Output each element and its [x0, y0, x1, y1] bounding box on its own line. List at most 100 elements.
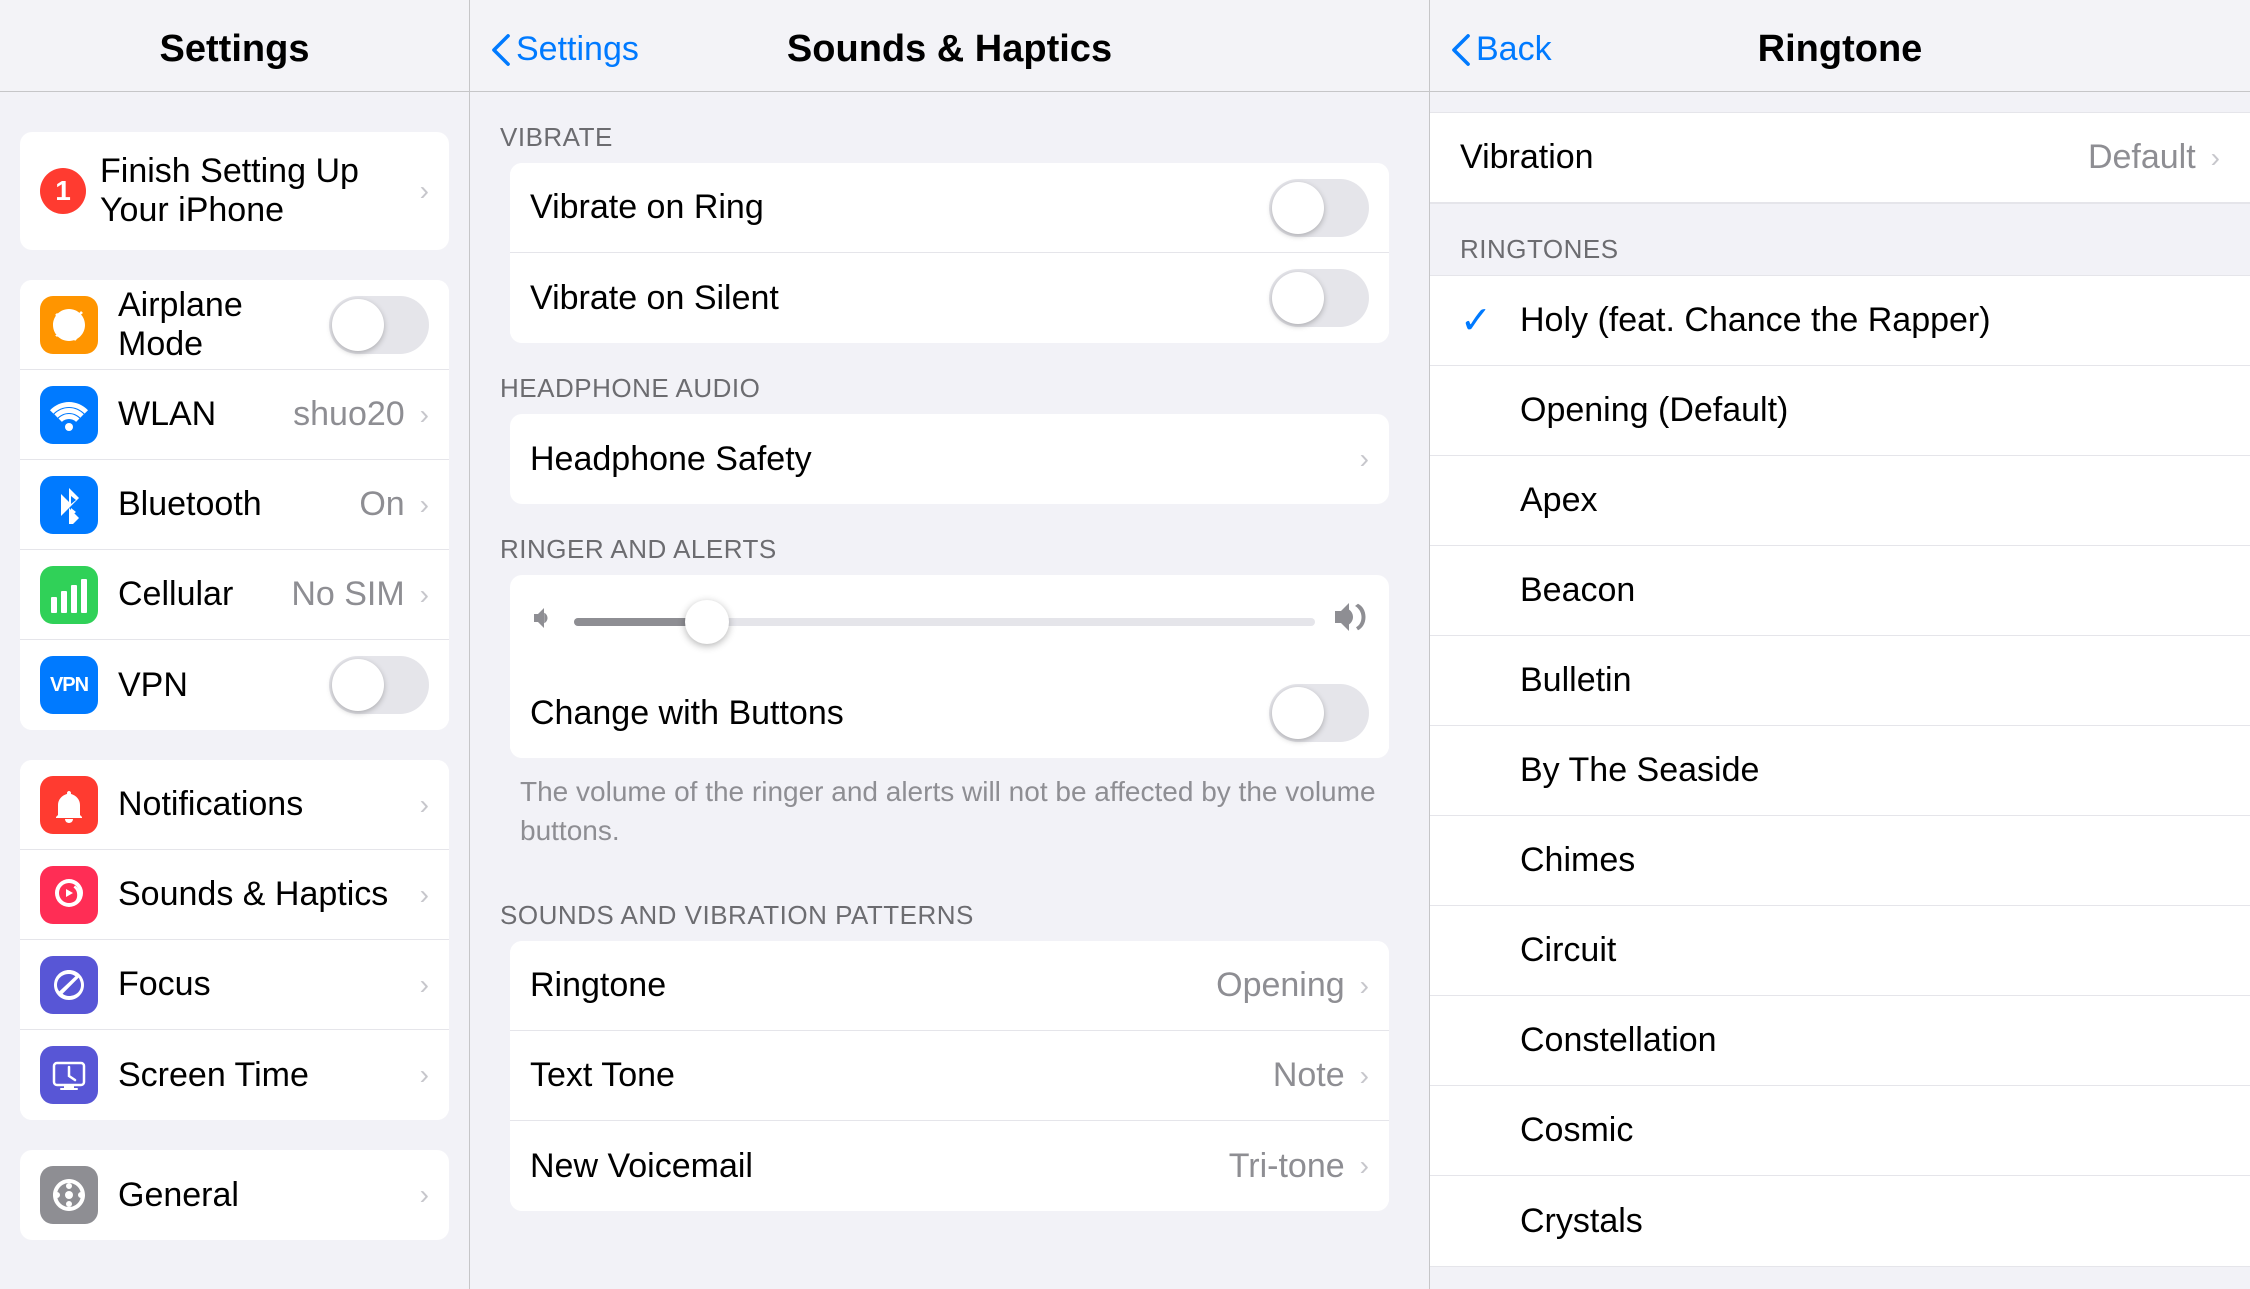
- notifications-chevron: ›: [420, 789, 429, 821]
- sounds-back-button[interactable]: Settings: [490, 30, 639, 69]
- ringtone-item[interactable]: Ringtone Opening ›: [510, 941, 1389, 1031]
- new-voicemail-value: Tri-tone: [1229, 1147, 1345, 1186]
- general-group: General ›: [20, 1150, 449, 1240]
- cellular-item[interactable]: Cellular No SIM ›: [20, 550, 449, 640]
- notifications-item[interactable]: Notifications ›: [20, 760, 449, 850]
- ringtone-apex[interactable]: Apex: [1430, 456, 2250, 546]
- cellular-label: Cellular: [118, 575, 291, 614]
- circuit-label: Circuit: [1520, 931, 1616, 970]
- wlan-value: shuo20: [293, 395, 405, 434]
- cellular-icon: [40, 566, 98, 624]
- sounds-haptics-panel: Settings Sounds & Haptics VIBRATE Vibrat…: [470, 0, 1430, 1289]
- headphone-group: Headphone Safety ›: [510, 414, 1389, 504]
- headphone-header: HEADPHONE AUDIO: [490, 373, 1409, 414]
- settings-scroll[interactable]: 1 Finish Setting Up Your iPhone › Airpla…: [0, 92, 469, 1289]
- ringtone-cosmic[interactable]: Cosmic: [1430, 1086, 2250, 1176]
- middle-nav-bar: Settings Sounds & Haptics: [470, 0, 1429, 92]
- vpn-toggle-knob: [332, 659, 384, 711]
- new-voicemail-label: New Voicemail: [530, 1147, 1229, 1186]
- new-voicemail-chevron: ›: [1360, 1150, 1369, 1182]
- setup-badge: 1: [40, 168, 86, 214]
- ringer-note: The volume of the ringer and alerts will…: [490, 772, 1409, 870]
- network-group: Airplane Mode WLAN: [20, 280, 449, 730]
- vpn-label: VPN: [118, 666, 329, 705]
- beacon-label: Beacon: [1520, 571, 1635, 610]
- vibrate-silent-item[interactable]: Vibrate on Silent: [510, 253, 1389, 343]
- vibration-row[interactable]: Vibration Default ›: [1430, 113, 2250, 203]
- headphone-safety-item[interactable]: Headphone Safety ›: [510, 414, 1389, 504]
- airplane-mode-toggle[interactable]: [329, 296, 429, 354]
- bluetooth-label: Bluetooth: [118, 485, 359, 524]
- focus-chevron: ›: [420, 969, 429, 1001]
- bluetooth-chevron: ›: [420, 489, 429, 521]
- ringtone-crystals[interactable]: Crystals: [1430, 1176, 2250, 1266]
- main-settings-section: Notifications › Sounds & Haptics ›: [0, 760, 469, 1120]
- vibration-chevron: ›: [2211, 142, 2220, 174]
- ringtone-holy[interactable]: ✓ Holy (feat. Chance the Rapper): [1430, 276, 2250, 366]
- wlan-item[interactable]: WLAN shuo20 ›: [20, 370, 449, 460]
- ringtone-bulletin[interactable]: Bulletin: [1430, 636, 2250, 726]
- vibrate-section: VIBRATE Vibrate on Ring Vibrate on Silen…: [490, 122, 1409, 343]
- main-settings-group: Notifications › Sounds & Haptics ›: [20, 760, 449, 1120]
- screen-time-chevron: ›: [420, 1059, 429, 1091]
- focus-item[interactable]: Focus ›: [20, 940, 449, 1030]
- ringtone-constellation[interactable]: Constellation: [1430, 996, 2250, 1086]
- ringer-slider-thumb[interactable]: [685, 600, 729, 644]
- airplane-mode-icon: [40, 296, 98, 354]
- notifications-label: Notifications: [118, 785, 415, 824]
- screen-time-label: Screen Time: [118, 1056, 415, 1095]
- ringtone-label: Ringtone: [530, 966, 1216, 1005]
- ringer-header: RINGER AND ALERTS: [490, 534, 1409, 575]
- patterns-header: SOUNDS AND VIBRATION PATTERNS: [490, 900, 1409, 941]
- cellular-chevron: ›: [420, 579, 429, 611]
- volume-low-icon: [530, 604, 558, 639]
- text-tone-chevron: ›: [1360, 1060, 1369, 1092]
- general-chevron: ›: [420, 1179, 429, 1211]
- ringer-slider-track[interactable]: [574, 618, 1315, 626]
- ringtone-chimes[interactable]: Chimes: [1430, 816, 2250, 906]
- general-icon: [40, 1166, 98, 1224]
- sounds-scroll[interactable]: VIBRATE Vibrate on Ring Vibrate on Silen…: [470, 92, 1429, 1289]
- text-tone-item[interactable]: Text Tone Note ›: [510, 1031, 1389, 1121]
- headphone-safety-label: Headphone Safety: [530, 440, 1355, 479]
- ringtone-opening[interactable]: Opening (Default): [1430, 366, 2250, 456]
- vibrate-ring-item[interactable]: Vibrate on Ring: [510, 163, 1389, 253]
- vibrate-silent-toggle[interactable]: [1269, 269, 1369, 327]
- change-buttons-toggle[interactable]: [1269, 684, 1369, 742]
- bulletin-label: Bulletin: [1520, 661, 1632, 700]
- ringer-slider-container[interactable]: [510, 575, 1389, 668]
- ringtone-back-button[interactable]: Back: [1450, 30, 1552, 69]
- ringtone-circuit[interactable]: Circuit: [1430, 906, 2250, 996]
- sounds-haptics-item[interactable]: Sounds & Haptics ›: [20, 850, 449, 940]
- screen-time-icon: [40, 1046, 98, 1104]
- ringer-group: Change with Buttons: [510, 575, 1389, 758]
- general-item[interactable]: General ›: [20, 1150, 449, 1240]
- ringtone-scroll[interactable]: Vibration Default › RINGTONES ✓ Holy (fe…: [1430, 92, 2250, 1289]
- screen-time-item[interactable]: Screen Time ›: [20, 1030, 449, 1120]
- bluetooth-item[interactable]: Bluetooth On ›: [20, 460, 449, 550]
- vpn-icon: VPN: [40, 656, 98, 714]
- ringtone-beacon[interactable]: Beacon: [1430, 546, 2250, 636]
- vibrate-ring-toggle[interactable]: [1269, 179, 1369, 237]
- vibrate-ring-label: Vibrate on Ring: [530, 188, 1269, 227]
- change-buttons-item[interactable]: Change with Buttons: [510, 668, 1389, 758]
- vpn-toggle[interactable]: [329, 656, 429, 714]
- sounds-title: Sounds & Haptics: [787, 28, 1112, 71]
- airplane-mode-item[interactable]: Airplane Mode: [20, 280, 449, 370]
- new-voicemail-item[interactable]: New Voicemail Tri-tone ›: [510, 1121, 1389, 1211]
- headphone-safety-chevron: ›: [1360, 443, 1369, 475]
- sounds-haptics-label: Sounds & Haptics: [118, 875, 415, 914]
- cosmic-label: Cosmic: [1520, 1111, 1633, 1150]
- ringtone-by-the-seaside[interactable]: By The Seaside: [1430, 726, 2250, 816]
- wlan-label: WLAN: [118, 395, 293, 434]
- setup-item[interactable]: 1 Finish Setting Up Your iPhone ›: [20, 132, 449, 250]
- constellation-label: Constellation: [1520, 1021, 1717, 1060]
- left-panel-title: Settings: [160, 28, 310, 71]
- vibrate-header: VIBRATE: [490, 122, 1409, 163]
- vpn-item[interactable]: VPN VPN: [20, 640, 449, 730]
- ringer-section: RINGER AND ALERTS: [490, 534, 1409, 870]
- opening-label: Opening (Default): [1520, 391, 1788, 430]
- seaside-label: By The Seaside: [1520, 751, 1759, 790]
- settings-panel: Settings 1 Finish Setting Up Your iPhone…: [0, 0, 470, 1289]
- ringtone-title: Ringtone: [1758, 28, 1923, 71]
